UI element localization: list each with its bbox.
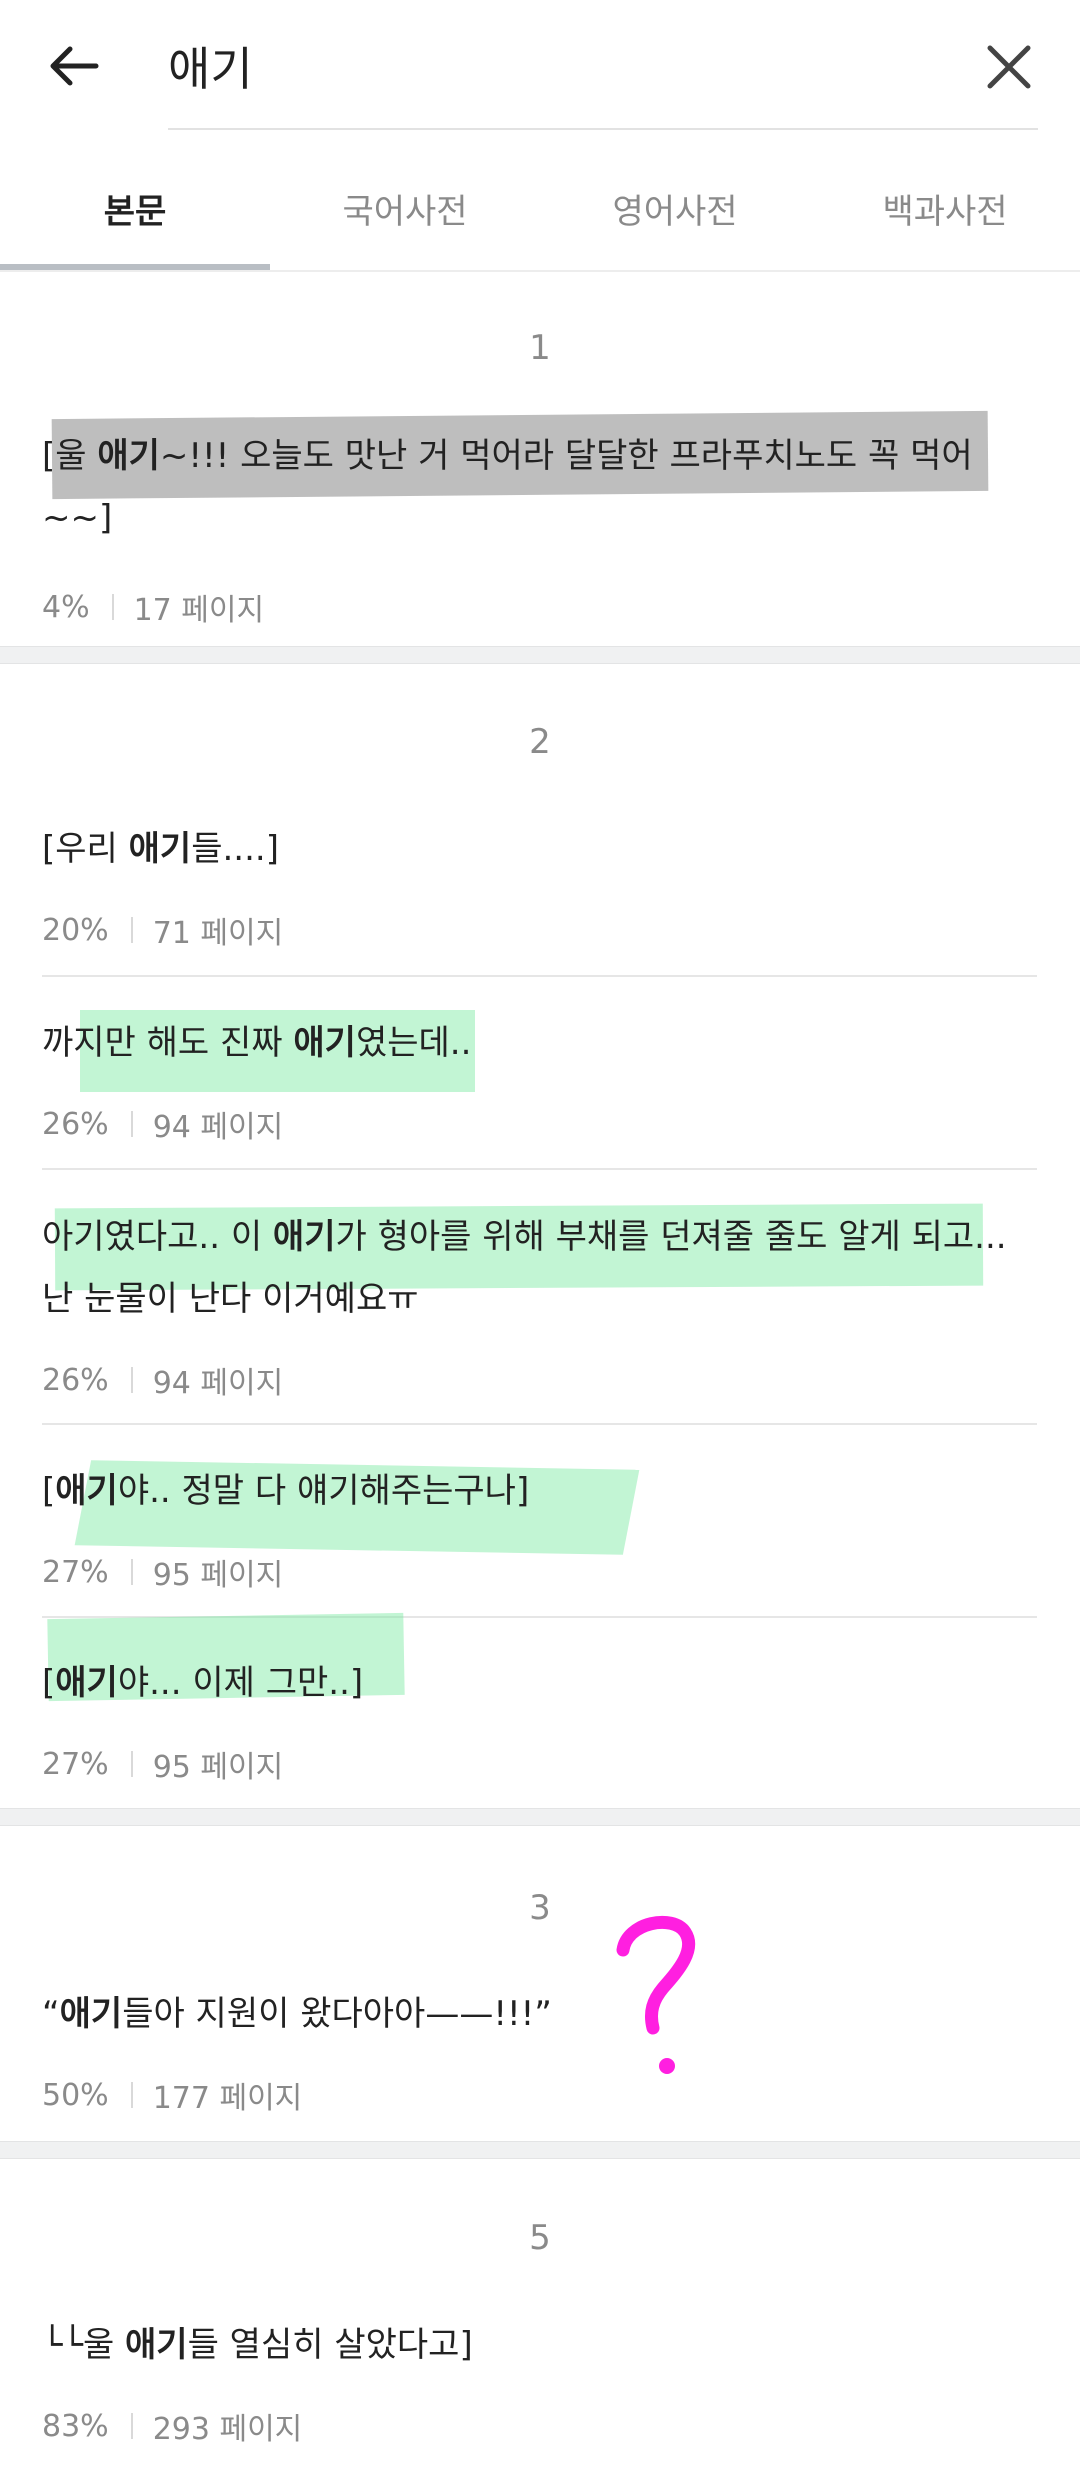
result-group-number: 5 — [529, 2218, 551, 2258]
result-group-number: 3 — [529, 1888, 551, 1928]
result-text: [우리 애기들....] — [42, 829, 279, 869]
section-divider — [0, 646, 1080, 664]
result-meta: 20% 71 페이지 — [42, 912, 284, 952]
tab-body-text[interactable]: 본문 — [0, 150, 270, 266]
search-result-item[interactable]: “애기들아 지원이 왔다아아——!!!” 50% 177 페이지 — [42, 1983, 1037, 2117]
result-meta: 50% 177 페이지 — [42, 2077, 303, 2117]
result-meta: 26% 94 페이지 — [42, 1106, 284, 1146]
tab-korean-dictionary[interactable]: 국어사전 — [270, 150, 540, 266]
result-text: “애기들아 지원이 왔다아아——!!!” — [42, 1994, 552, 2034]
matched-keyword: 애기 — [55, 1663, 118, 1703]
search-field — [168, 30, 1038, 130]
matched-keyword: 애기 — [293, 1023, 356, 1063]
result-text: 아기였다고.. 이 애기가 형아를 위해 부채를 던져줄 줄도 알게 되고...… — [42, 1217, 1007, 1319]
item-separator — [42, 975, 1037, 977]
matched-keyword: 애기 — [125, 2325, 188, 2365]
matched-keyword: 애기 — [55, 1471, 118, 1511]
search-result-item[interactable]: [애기야... 이제 그만..] 27% 95 페이지 — [42, 1652, 1037, 1786]
result-page: 17 페이지 — [133, 593, 265, 628]
result-meta: 83% 293 페이지 — [42, 2408, 303, 2448]
result-meta: 26% 94 페이지 — [42, 1362, 284, 1402]
search-result-item[interactable]: [울 애기~!!! 오늘도 맛난 거 먹어라 달달한 프라푸치노도 꼭 먹어~~… — [42, 425, 1037, 629]
result-text: [울 애기~!!! 오늘도 맛난 거 먹어라 달달한 프라푸치노도 꼭 먹어~~… — [42, 436, 973, 538]
search-tabs: 본문 국어사전 영어사전 백과사전 — [0, 150, 1080, 272]
result-text: [애기야.. 정말 다 얘기해주는구나] — [42, 1471, 530, 1511]
result-group-number: 1 — [529, 328, 551, 368]
result-percent: 4% — [42, 589, 90, 625]
item-separator — [42, 1423, 1037, 1425]
result-text: [애기야... 이제 그만..] — [42, 1663, 364, 1703]
back-arrow-icon[interactable] — [44, 36, 104, 96]
result-meta: 27% 95 페이지 — [42, 1746, 284, 1786]
result-text: └└울 애기들 열심히 살았다고] — [42, 2325, 473, 2365]
question-mark-annotation — [616, 1915, 696, 2074]
active-tab-indicator — [0, 264, 270, 270]
item-separator — [42, 1168, 1037, 1170]
section-divider — [0, 2141, 1080, 2159]
result-text: 까지만 해도 진짜 애기였는데.. — [42, 1023, 472, 1063]
matched-keyword: 애기 — [97, 436, 160, 476]
search-result-item[interactable]: 아기였다고.. 이 애기가 형아를 위해 부채를 던져줄 줄도 알게 되고...… — [42, 1206, 1037, 1402]
tab-english-dictionary[interactable]: 영어사전 — [540, 150, 810, 266]
search-result-item[interactable]: └└울 애기들 열심히 살았다고] 83% 293 페이지 — [42, 2314, 1037, 2448]
tab-encyclopedia[interactable]: 백과사전 — [810, 150, 1080, 266]
result-group-number: 2 — [529, 722, 551, 762]
search-header — [0, 0, 1080, 130]
close-icon[interactable] — [982, 40, 1036, 94]
matched-keyword: 애기 — [272, 1217, 336, 1257]
matched-keyword: 애기 — [59, 1994, 123, 2034]
search-result-item[interactable]: [우리 애기들....] 20% 71 페이지 — [42, 818, 1037, 952]
section-divider — [0, 1808, 1080, 1826]
matched-keyword: 애기 — [128, 829, 192, 869]
search-input[interactable] — [168, 36, 928, 96]
result-meta: 4% 17 페이지 — [42, 585, 1037, 629]
result-meta: 27% 95 페이지 — [42, 1554, 284, 1594]
